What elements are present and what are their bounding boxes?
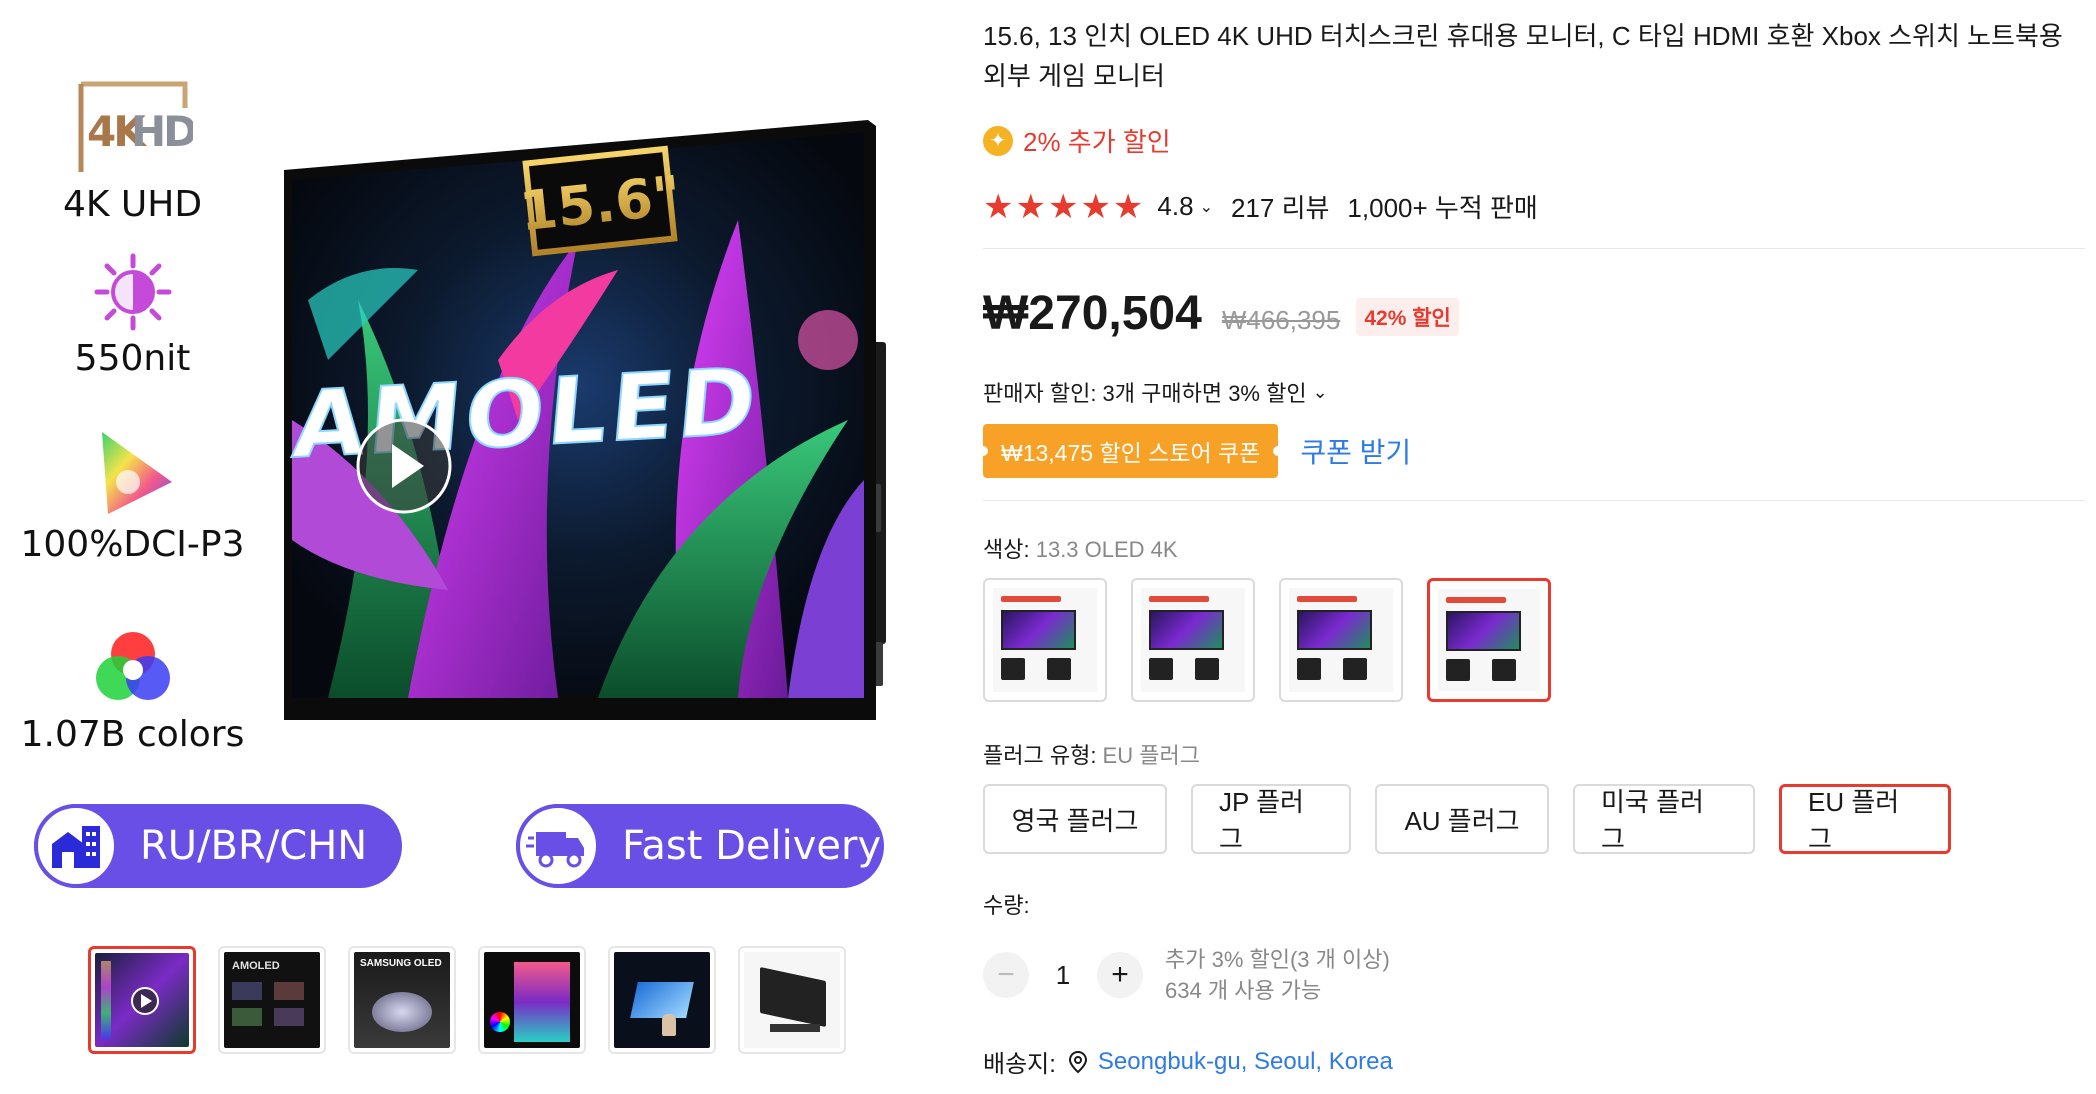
thumbnail-3[interactable]: SAMSUNG OLED <box>348 946 456 1054</box>
divider <box>983 500 2085 501</box>
feature-dci-p3: 100%DCI-P3 <box>20 428 245 565</box>
thumb-3-text: SAMSUNG OLED <box>360 958 442 969</box>
divider <box>983 248 2085 249</box>
sold-count: 1,000+ 누적 판매 <box>1347 193 1538 223</box>
ship-to-row: 배송지: Seongbuk-gu, Seoul, Korea <box>983 1044 1393 1079</box>
seller-discount[interactable]: 판매자 할인: 3개 구매하면 3% 할인 ⌄ <box>983 376 1328 408</box>
quantity-bulk-discount: 추가 3% 할인(3 개 이상) <box>1165 947 1390 972</box>
thumbnail-6[interactable] <box>738 946 846 1054</box>
color-swatches <box>983 578 1551 702</box>
quantity-available: 634 개 사용 가능 <box>1165 978 1322 1003</box>
4k-hdr-logo-icon: 4K HDR <box>78 81 193 172</box>
shipping-origin-label: RU/BR/CHN <box>140 823 368 869</box>
rating-value[interactable]: 4.8 <box>1157 191 1193 222</box>
thumbnail-1[interactable] <box>88 946 196 1054</box>
quantity-note: 추가 3% 할인(3 개 이상) 634 개 사용 가능 <box>1165 944 1390 1006</box>
chevron-down-icon[interactable]: ⌄ <box>1200 197 1213 217</box>
warehouse-icon <box>34 804 118 888</box>
feature-colors: 1.07B colors <box>20 628 245 755</box>
get-coupon-link[interactable]: 쿠폰 받기 <box>1300 431 1411 471</box>
feature-brightness: 550nit <box>20 252 245 379</box>
plug-option-label: 플러그 유형: EU 플러그 <box>983 738 1200 770</box>
star-rating-icon: ★★★★★ <box>983 187 1146 226</box>
fast-delivery-pill: Fast Delivery <box>516 804 884 888</box>
thumbnail-2[interactable]: AMOLED <box>218 946 326 1054</box>
feature-label-colors: 1.07B colors <box>20 714 245 755</box>
color-gamut-icon <box>101 432 172 514</box>
store-coupon-badge: ₩13,475 할인 스토어 쿠폰 <box>983 424 1279 478</box>
color-option-label: 색상: 13.3 OLED 4K <box>983 532 1178 564</box>
extra-discount[interactable]: ✦ 2% 추가 할인 <box>983 122 1171 159</box>
quantity-label: 수량: <box>983 893 1030 918</box>
original-price: ₩466,395 <box>1221 305 1341 335</box>
current-price: ₩270,504 <box>983 287 1202 340</box>
coin-icon: ✦ <box>983 125 1013 156</box>
thumb-2-text: AMOLED <box>232 960 280 972</box>
color-swatch-4[interactable] <box>1427 578 1551 702</box>
quantity-value[interactable]: 1 <box>1029 960 1097 991</box>
feature-4k-uhd: 4K HDR 4K UHD <box>20 78 245 225</box>
main-product-image[interactable]: 15.6" AMOLED <box>268 120 888 720</box>
feature-label-4k: 4K UHD <box>62 184 203 225</box>
ship-to-label: 배송지: <box>983 1051 1056 1078</box>
delivery-truck-icon <box>516 804 600 888</box>
svg-text:HDR: HDR <box>131 107 193 156</box>
plug-label: 플러그 유형: <box>983 743 1103 768</box>
chevron-down-icon: ⌄ <box>1312 381 1328 402</box>
color-swatch-1[interactable] <box>983 578 1107 702</box>
brightness-icon <box>94 253 171 331</box>
plug-options: 영국 플러그 JP 플러그 AU 플러그 미국 플러그 EU 플러그 <box>983 784 1951 854</box>
color-value: 13.3 OLED 4K <box>1035 537 1178 562</box>
rating-row: ★★★★★ 4.8 ⌄ 217 리뷰 1,000+ 누적 판매 <box>983 188 1538 225</box>
plug-option-uk[interactable]: 영국 플러그 <box>983 784 1167 854</box>
ship-to-location-link[interactable]: Seongbuk-gu, Seoul, Korea <box>1098 1048 1393 1076</box>
product-gallery: 4K HDR 4K UHD 550nit <box>0 0 900 1094</box>
shipping-origin-pill: RU/BR/CHN <box>34 804 402 888</box>
plug-option-us[interactable]: 미국 플러그 <box>1573 784 1755 854</box>
plug-option-au[interactable]: AU 플러그 <box>1375 784 1549 854</box>
discount-badge: 42% 할인 <box>1356 298 1459 336</box>
seller-discount-text: 판매자 할인: 3개 구매하면 3% 할인 <box>983 381 1307 406</box>
decrease-quantity-button[interactable]: − <box>983 952 1029 998</box>
thumbnail-5[interactable] <box>608 946 716 1054</box>
color-swatch-2[interactable] <box>1131 578 1255 702</box>
fast-delivery-label: Fast Delivery <box>622 823 882 869</box>
thumbnail-strip: AMOLED SAMSUNG OLED <box>88 946 846 1054</box>
extra-discount-label: 2% 추가 할인 <box>1023 127 1171 157</box>
quantity-stepper: − 1 + 추가 3% 할인(3 개 이상) 634 개 사용 가능 <box>983 944 1390 1006</box>
color-label: 색상: <box>983 537 1036 562</box>
location-pin-icon <box>1068 1050 1087 1073</box>
product-title: 15.6, 13 인치 OLED 4K UHD 터치스크린 휴대용 모니터, C… <box>983 21 2063 91</box>
plug-option-eu[interactable]: EU 플러그 <box>1779 784 1951 854</box>
review-count[interactable]: 217 리뷰 <box>1231 188 1329 225</box>
increase-quantity-button[interactable]: + <box>1097 952 1143 998</box>
thumbnail-4[interactable] <box>478 946 586 1054</box>
plug-option-jp[interactable]: JP 플러그 <box>1191 784 1351 854</box>
play-video-icon[interactable] <box>356 418 452 514</box>
color-swatch-3[interactable] <box>1279 578 1403 702</box>
price-row: ₩270,504 ₩466,395 42% 할인 <box>983 286 1459 341</box>
rgb-circles-icon <box>95 632 170 700</box>
feature-label-dci: 100%DCI-P3 <box>20 524 245 565</box>
feature-label-brightness: 550nit <box>74 338 191 379</box>
coupon-row: ₩13,475 할인 스토어 쿠폰 쿠폰 받기 <box>983 424 1411 478</box>
plug-value: EU 플러그 <box>1102 743 1200 768</box>
